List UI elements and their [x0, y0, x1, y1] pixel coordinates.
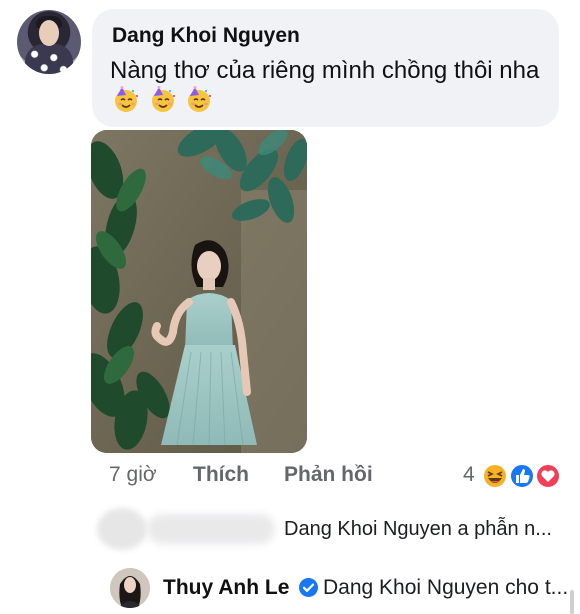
partying-face-icon	[188, 86, 212, 112]
reply-preview[interactable]: Dang Khoi Nguyen cho t...	[323, 576, 568, 600]
blurred-avatar[interactable]	[97, 508, 147, 550]
like-icon	[509, 463, 535, 489]
partying-face-icon	[151, 86, 175, 112]
photo-illustration	[91, 130, 307, 453]
avatar-face	[39, 20, 59, 46]
comment-photo[interactable]	[91, 130, 307, 453]
love-icon	[535, 463, 561, 489]
avatar-shirt	[25, 44, 73, 74]
reaction-count[interactable]: 4	[463, 463, 475, 487]
comment-text: Nàng thơ của riêng mình chồng thôi nha	[110, 55, 540, 117]
verified-badge-icon	[299, 578, 318, 597]
comment-text-content: Nàng thơ của riêng mình chồng thôi nha	[110, 57, 540, 84]
reply-button[interactable]: Phản hồi	[284, 463, 373, 487]
comment-timestamp[interactable]: 7 giờ	[109, 463, 157, 487]
reply-avatar-image	[110, 568, 150, 608]
reaction-icons[interactable]	[482, 461, 562, 491]
partying-face-icon	[115, 86, 138, 112]
reply-avatar[interactable]	[110, 568, 150, 608]
reply-preview[interactable]: Dang Khoi Nguyen a phẫn n...	[284, 518, 552, 541]
like-button[interactable]: Thích	[193, 463, 249, 487]
comment-author[interactable]: Dang Khoi Nguyen	[112, 24, 300, 48]
reply-author[interactable]: Thuy Anh Le	[163, 576, 289, 600]
scrollbar[interactable]	[570, 590, 574, 614]
haha-icon	[482, 463, 508, 489]
blurred-author[interactable]	[147, 514, 275, 544]
commenter-avatar[interactable]	[17, 10, 81, 74]
